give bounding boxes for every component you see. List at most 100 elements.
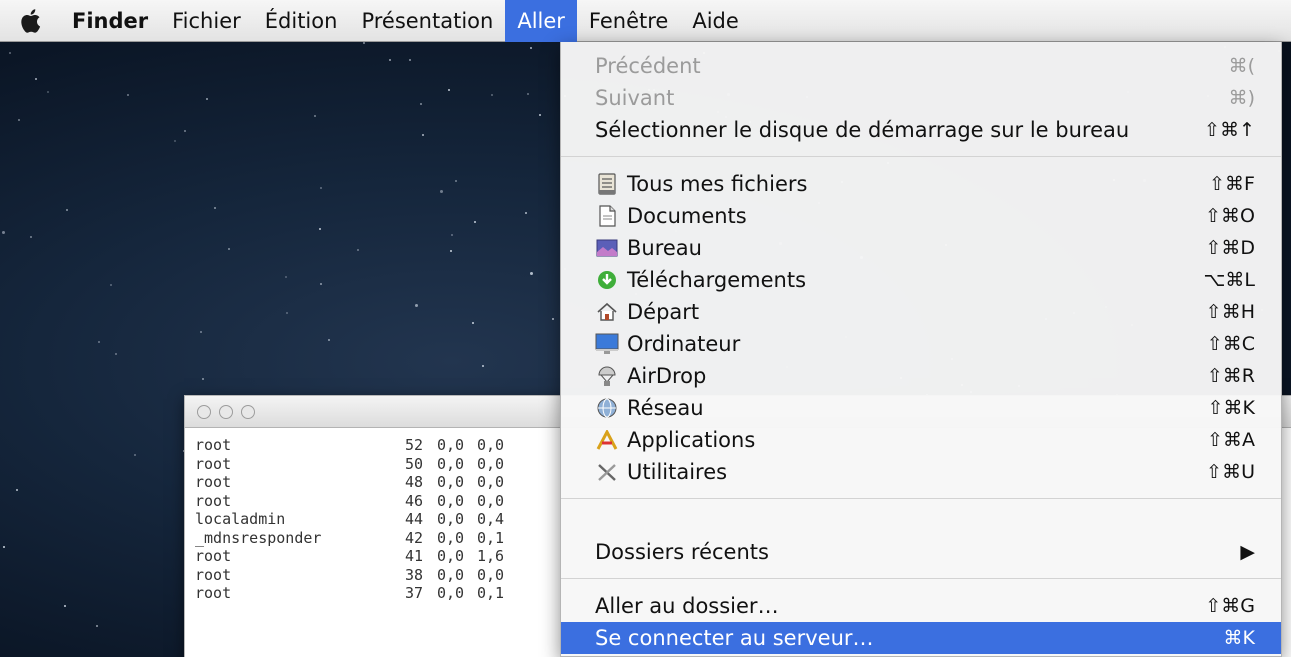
menu-item-recent-folders[interactable]: Dossiers récents ▶ [561, 536, 1281, 568]
process-user: localadmin [195, 510, 286, 529]
menu-item-applications[interactable]: Applications ⇧⌘A [561, 424, 1281, 456]
star-dot [472, 322, 474, 324]
menu-item-label: Utilitaires [627, 460, 728, 484]
menu-item-go-to-folder[interactable]: Aller au dossier… ⇧⌘G [561, 590, 1281, 622]
utilities-icon [595, 460, 619, 484]
process-mem: 0,4 [477, 510, 505, 529]
menu-item-ordinateur[interactable]: Ordinateur ⇧⌘C [561, 328, 1281, 360]
star-dot [552, 318, 554, 320]
menu-fichier[interactable]: Fichier [160, 0, 253, 42]
star-dot [527, 93, 529, 95]
menu-separator [561, 578, 1281, 579]
applications-icon [595, 428, 619, 452]
apple-menu[interactable] [0, 0, 60, 42]
process-pid: 41 [404, 547, 423, 566]
all-files-icon [595, 172, 619, 196]
star-dot [66, 209, 68, 211]
zoom-window-button[interactable] [241, 404, 255, 419]
process-user: root [195, 491, 232, 510]
menu-item-documents[interactable]: Documents ⇧⌘O [561, 200, 1281, 232]
menu-shortcut: ⇧⌘O [1205, 205, 1255, 227]
menu-item-utilitaires[interactable]: Utilitaires ⇧⌘U [561, 456, 1281, 488]
process-pid: 37 [404, 584, 423, 603]
star-dot [422, 134, 424, 136]
menu-item-telechargements[interactable]: Téléchargements ⌥⌘L [561, 264, 1281, 296]
star-dot [228, 248, 230, 250]
menu-item-label: Aller au dossier… [595, 594, 779, 618]
star-dot [474, 221, 476, 223]
minimize-window-button[interactable] [219, 404, 233, 419]
close-window-button[interactable] [197, 404, 211, 419]
process-pid: 48 [404, 473, 423, 492]
network-icon [595, 396, 619, 420]
process-user: root [195, 473, 232, 492]
star-dot [184, 130, 186, 132]
star-dot [455, 180, 457, 182]
star-dot [328, 339, 330, 341]
star-dot [285, 276, 287, 278]
process-user: root [195, 565, 232, 584]
process-pid: 38 [404, 565, 423, 584]
menu-item-airdrop[interactable]: AirDrop ⇧⌘R [561, 360, 1281, 392]
menu-item-select-startup-disk[interactable]: Sélectionner le disque de démarrage sur … [561, 114, 1281, 146]
menu-item-reseau[interactable]: Réseau ⇧⌘K [561, 392, 1281, 424]
menu-shortcut: ⌥⌘L [1203, 269, 1255, 291]
star-dot [357, 249, 359, 251]
process-user: _mdnsresponder [195, 528, 322, 547]
apple-icon [21, 8, 41, 33]
process-mem: 0,1 [477, 528, 505, 547]
star-dot [286, 312, 288, 314]
computer-icon [595, 332, 619, 356]
star-dot [320, 187, 322, 189]
star-dot [530, 47, 532, 49]
star-dot [320, 283, 322, 285]
process-cpu: 0,0 [437, 547, 465, 566]
star-dot [47, 91, 49, 93]
menu-shortcut: ⌘( [1228, 55, 1255, 77]
menu-item-connect-server[interactable]: Se connecter au serveur… ⌘K [561, 622, 1281, 654]
menu-edition[interactable]: Édition [253, 0, 350, 42]
menu-aller[interactable]: Aller [505, 0, 577, 42]
menu-item-suivant[interactable]: Suivant ⌘) [561, 82, 1281, 114]
desktop-icon [595, 236, 619, 260]
star-dot [200, 331, 202, 333]
star-dot [530, 272, 533, 275]
menu-item-bureau[interactable]: Bureau ⇧⌘D [561, 232, 1281, 264]
process-cpu: 0,0 [437, 491, 465, 510]
menu-item-label: Téléchargements [627, 268, 807, 292]
menu-shortcut: ⇧⌘F [1209, 173, 1255, 195]
process-mem: 0,1 [477, 584, 505, 603]
star-dot [134, 454, 136, 456]
process-pid: 46 [404, 491, 423, 510]
star-dot [448, 89, 450, 91]
submenu-arrow-icon: ▶ [1240, 541, 1255, 563]
star-dot [440, 190, 443, 193]
menu-finder[interactable]: Finder [60, 0, 160, 42]
menu-item-depart[interactable]: Départ ⇧⌘H [561, 296, 1281, 328]
menu-fenetre[interactable]: Fenêtre [577, 0, 680, 42]
menu-item-all-files[interactable]: Tous mes fichiers ⇧⌘F [561, 168, 1281, 200]
star-dot [110, 284, 112, 286]
process-mem: 1,6 [477, 547, 505, 566]
process-cpu: 0,0 [437, 454, 465, 473]
star-dot [482, 365, 484, 367]
process-pid: 44 [404, 510, 423, 529]
menu-shortcut: ⌘) [1228, 87, 1255, 109]
menu-item-label: Précédent [595, 54, 701, 78]
menu-shortcut: ⇧⌘A [1207, 429, 1255, 451]
star-dot [314, 115, 316, 117]
menu-item-precedent[interactable]: Précédent ⌘( [561, 50, 1281, 82]
process-mem: 0,0 [477, 454, 505, 473]
star-dot [64, 605, 66, 607]
menu-aide[interactable]: Aide [680, 0, 750, 42]
menu-item-label: Ordinateur [627, 332, 741, 356]
process-mem: 0,0 [477, 473, 505, 492]
menu-item-label: Documents [627, 204, 747, 228]
star-dot [409, 59, 411, 61]
menu-presentation[interactable]: Présentation [349, 0, 505, 42]
menu-shortcut: ⇧⌘H [1205, 301, 1255, 323]
menu-item-label: Bureau [627, 236, 702, 260]
aller-dropdown-menu: Précédent ⌘( Suivant ⌘) Sélectionner le … [560, 42, 1282, 657]
menu-shortcut: ⇧⌘R [1206, 365, 1255, 387]
process-cpu: 0,0 [437, 565, 465, 584]
